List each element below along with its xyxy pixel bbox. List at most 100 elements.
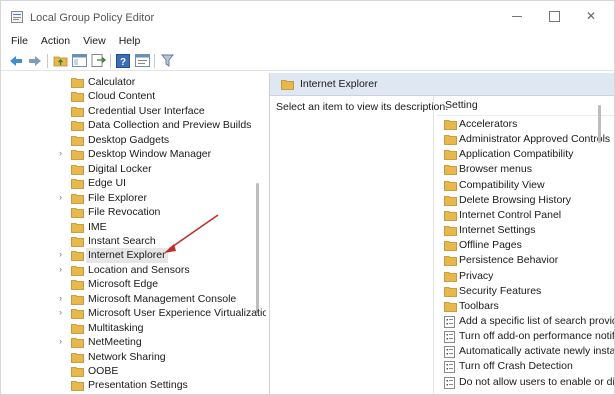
setting-label: Internet Control Panel bbox=[459, 208, 562, 221]
tree-item[interactable]: › Location and Sensors bbox=[1, 263, 256, 278]
chevron-right-icon[interactable]: › bbox=[59, 307, 67, 317]
setting-folder-row[interactable]: Delete Browsing History bbox=[437, 193, 607, 208]
menu-view[interactable]: View bbox=[83, 35, 106, 47]
tree-item[interactable]: Instant Search bbox=[1, 234, 256, 249]
setting-folder-row[interactable]: Browser menus bbox=[437, 162, 607, 177]
setting-folder-row[interactable]: Toolbars bbox=[437, 299, 607, 314]
setting-folder-row[interactable]: Administrator Approved Controls bbox=[437, 132, 610, 147]
policy-setting-icon bbox=[444, 376, 455, 389]
tree-item[interactable]: Presentation Settings bbox=[1, 378, 256, 393]
chevron-right-icon[interactable]: › bbox=[59, 264, 67, 274]
tree-item[interactable]: Multitasking bbox=[1, 321, 256, 336]
filter-icon[interactable] bbox=[159, 53, 175, 69]
policy-setting-icon bbox=[444, 346, 455, 359]
back-icon[interactable] bbox=[8, 53, 24, 69]
folder-icon bbox=[71, 237, 84, 247]
tree-item-label: Instant Search bbox=[88, 234, 156, 247]
setting-policy-row[interactable]: Do not allow users to enable or disable … bbox=[437, 375, 614, 390]
chevron-right-icon[interactable]: › bbox=[59, 148, 67, 158]
close-button[interactable]: ✕ bbox=[583, 9, 599, 23]
tree-item[interactable]: › NetMeeting bbox=[1, 335, 256, 350]
policy-setting-icon bbox=[444, 361, 455, 374]
folder-icon bbox=[281, 80, 294, 90]
setting-policy-row[interactable]: Turn off add-on performance notification… bbox=[437, 329, 614, 344]
tree-item[interactable]: › Microsoft User Experience Virtualizatio… bbox=[1, 306, 266, 321]
tree-item[interactable]: › Desktop Window Manager bbox=[1, 147, 256, 162]
setting-policy-row[interactable]: Add a specific list of search providers bbox=[437, 314, 614, 329]
tree-item[interactable]: IME bbox=[1, 220, 256, 235]
column-header-setting[interactable]: Setting bbox=[445, 99, 478, 111]
folder-icon bbox=[71, 381, 84, 392]
folder-icon bbox=[71, 352, 84, 363]
setting-policy-row[interactable]: Turn off Crash Detection bbox=[437, 359, 607, 374]
setting-label: Persistence Behavior bbox=[459, 254, 559, 267]
tree-item[interactable]: › Microsoft Management Console bbox=[1, 292, 256, 307]
tree-item-label: OOBE bbox=[88, 365, 119, 377]
tree-item[interactable]: File Revocation bbox=[1, 205, 256, 220]
tree-item[interactable]: › File Explorer bbox=[1, 191, 256, 206]
setting-label: Browser menus bbox=[459, 163, 532, 176]
setting-label: Accelerators bbox=[459, 118, 518, 130]
tree-item[interactable]: Desktop Gadgets bbox=[1, 133, 256, 148]
menu-action[interactable]: Action bbox=[41, 35, 70, 47]
setting-folder-row[interactable]: Compatibility View bbox=[437, 178, 607, 193]
setting-label: Internet Settings bbox=[459, 224, 536, 237]
show-hide-tree-icon[interactable] bbox=[71, 53, 87, 69]
tree-item-label: Network Sharing bbox=[88, 350, 166, 363]
setting-label: Delete Browsing History bbox=[459, 193, 572, 206]
export-list-icon[interactable] bbox=[90, 53, 106, 69]
tree-scrollbar[interactable] bbox=[256, 183, 259, 313]
tree-item[interactable]: Calculator bbox=[1, 75, 256, 90]
details-header: Internet Explorer bbox=[270, 73, 614, 96]
toolbar-separator bbox=[110, 53, 111, 68]
tree-item[interactable]: Data Collection and Preview Builds bbox=[1, 118, 256, 133]
folder-icon bbox=[444, 165, 457, 176]
chevron-right-icon[interactable]: › bbox=[59, 249, 67, 259]
folder-icon bbox=[444, 226, 457, 236]
folder-icon bbox=[444, 195, 457, 206]
chevron-right-icon[interactable]: › bbox=[59, 336, 67, 346]
tree-item[interactable]: Edge UI bbox=[1, 176, 256, 191]
setting-folder-row[interactable]: Privacy bbox=[437, 269, 607, 284]
menu-help[interactable]: Help bbox=[119, 35, 141, 47]
tree-item[interactable]: Credential User Interface bbox=[1, 104, 256, 119]
tree-item-label: IME bbox=[88, 220, 107, 233]
tree-item-label: Presentation Settings bbox=[88, 379, 188, 392]
properties-icon[interactable] bbox=[134, 53, 150, 69]
tree-item[interactable]: Cloud Content bbox=[1, 89, 256, 104]
svg-text:?: ? bbox=[120, 57, 126, 68]
details-title: Internet Explorer bbox=[300, 78, 378, 90]
menu-file[interactable]: File bbox=[11, 35, 28, 47]
setting-folder-row[interactable]: Persistence Behavior bbox=[437, 253, 607, 268]
setting-folder-row[interactable]: Offline Pages bbox=[437, 238, 607, 253]
tree-item[interactable]: › Internet Explorer bbox=[1, 248, 256, 263]
folder-icon bbox=[71, 106, 84, 117]
chevron-right-icon[interactable]: › bbox=[59, 192, 67, 202]
setting-policy-row[interactable]: Automatically activate newly installed a… bbox=[437, 344, 614, 359]
up-folder-icon[interactable] bbox=[52, 53, 68, 69]
policy-setting-icon bbox=[444, 331, 455, 344]
setting-folder-row[interactable]: Security Features bbox=[437, 284, 607, 299]
group-policy-window: Local Group Policy Editor ✕ File Action … bbox=[0, 0, 615, 395]
tree-item[interactable]: OOBE bbox=[1, 364, 256, 379]
setting-folder-row[interactable]: Accelerators bbox=[437, 117, 607, 132]
tree-item[interactable]: Network Sharing bbox=[1, 350, 256, 365]
setting-label: Turn off add-on performance notification… bbox=[459, 330, 614, 343]
tree-item[interactable]: Digital Locker bbox=[1, 162, 256, 177]
chevron-right-icon[interactable]: › bbox=[59, 293, 67, 303]
tree-item-label: File Explorer bbox=[88, 191, 147, 204]
setting-folder-row[interactable]: Internet Control Panel bbox=[437, 208, 607, 223]
tree-item-label: Edge UI bbox=[88, 177, 126, 190]
folder-icon bbox=[444, 210, 457, 221]
folder-icon bbox=[444, 120, 457, 130]
maximize-button[interactable] bbox=[546, 9, 562, 23]
tree-item[interactable]: Microsoft Edge bbox=[1, 277, 256, 292]
help-icon[interactable]: ? bbox=[115, 53, 131, 69]
settings-scrollbar[interactable] bbox=[598, 105, 601, 143]
minimize-button[interactable] bbox=[509, 9, 525, 23]
description-text: Select an item to view its description. bbox=[276, 101, 449, 113]
setting-folder-row[interactable]: Internet Settings bbox=[437, 223, 607, 238]
folder-icon bbox=[71, 92, 84, 103]
forward-icon[interactable] bbox=[27, 53, 43, 69]
setting-folder-row[interactable]: Application Compatibility bbox=[437, 147, 607, 162]
